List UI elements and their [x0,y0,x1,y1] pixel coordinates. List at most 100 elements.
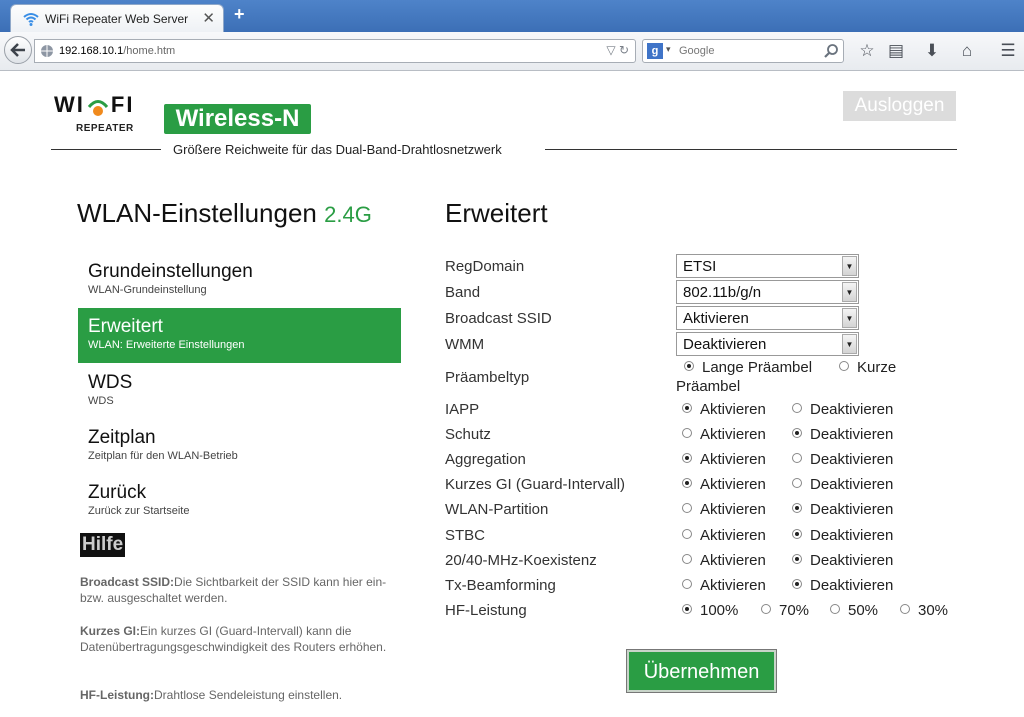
sidebar-item-wds[interactable]: WDS WDS [78,364,401,419]
bookmark-star-icon[interactable]: ☆ [856,40,878,62]
help-text: Broadcast SSID:Die Sichtbarkeit der SSID… [80,575,387,605]
radio-off [792,579,802,589]
logout-button[interactable]: Ausloggen [843,91,956,121]
google-g-icon[interactable]: g [647,43,663,59]
hf-power-label: HF-Leistung [445,602,527,619]
setting-on-radio[interactable]: Aktivieren [682,501,766,518]
regdomain-label: RegDomain [445,258,525,275]
browser-nav-bar: 192.168.10.1/home.htm ▽ ↻ g ▾ Google ☆ ▤… [0,32,1024,71]
chevron-down-icon[interactable]: ▼ [842,334,857,354]
setting-off-radio[interactable]: Deaktivieren [792,426,893,443]
power-30-radio[interactable]: 30% [900,602,948,619]
setting-on-radio[interactable]: Aktivieren [682,426,766,443]
radio-on [682,554,692,564]
setting-off-radio[interactable]: Deaktivieren [792,401,893,418]
back-button[interactable] [4,36,32,64]
setting-on-radio[interactable]: Aktivieren [682,552,766,569]
radio-off [792,503,802,513]
setting-off-radio[interactable]: Deaktivieren [792,451,893,468]
sidebar-item-zurueck[interactable]: Zurück Zurück zur Startseite [78,474,401,529]
radio-on [682,453,692,463]
search-input[interactable]: Google [679,45,714,57]
power-radio-3 [900,604,910,614]
chevron-down-icon[interactable]: ▾ [666,44,671,55]
regdomain-select[interactable]: ETSI ▼ [676,254,859,278]
wmm-select[interactable]: Deaktivieren ▼ [676,332,859,356]
power-70-radio[interactable]: 70% [761,602,809,619]
power-100-radio[interactable]: 100% [682,602,738,619]
radio-on [682,478,692,488]
band-select[interactable]: 802.11b/g/n ▼ [676,280,859,304]
home-icon[interactable]: ⌂ [956,40,978,62]
help-label: Hilfe [80,533,126,557]
bookmarks-list-icon[interactable]: ▤ [885,40,907,62]
setting-on-radio[interactable]: Aktivieren [682,401,766,418]
preamble-label: Präambeltyp [445,369,530,386]
reload-icon[interactable]: ▽ ↻ [606,43,629,57]
preamble-short-label: Präambel [676,378,741,395]
radio-off [792,453,802,463]
setting-on-radio[interactable]: Aktivieren [682,527,766,544]
radio-off [792,554,802,564]
wifi-dot-icon [87,100,109,116]
divider [545,149,957,150]
preamble-short-radio[interactable]: Kurze [839,359,896,376]
sidebar-item-erweitert[interactable]: Erweitert WLAN: Erweiterte Einstellungen [78,308,401,363]
setting-label: Schutz [445,426,491,443]
setting-label: Kurzes GI (Guard-Intervall) [445,476,626,493]
broadcast-ssid-label: Broadcast SSID [445,310,552,327]
chevron-down-icon[interactable]: ▼ [842,282,857,302]
radio-on [682,428,692,438]
chevron-down-icon[interactable]: ▼ [842,308,857,328]
apply-button[interactable]: Übernehmen [627,650,776,692]
help-text: HF-Leistung:Drahtlose Sendeleistung eins… [80,688,343,702]
radio-on [682,403,692,413]
radio-off [792,403,802,413]
setting-off-radio[interactable]: Deaktivieren [792,552,893,569]
power-radio-2 [830,604,840,614]
setting-label: STBC [445,527,486,544]
sidebar-item-grundeinstellungen[interactable]: Grundeinstellungen WLAN-Grundeinstellung [78,253,401,308]
url-text: 192.168.10.1/home.htm [59,45,176,57]
browser-tab-bar: WiFi Repeater Web Server ✕ + [0,0,1024,32]
sidebar-item-zeitplan[interactable]: Zeitplan Zeitplan für den WLAN-Betrieb [78,419,401,474]
setting-label: WLAN-Partition [445,501,549,518]
wifi-icon [23,13,39,26]
help-text: Kurzes GI:Ein kurzes GI (Guard-Intervall… [80,624,387,654]
power-50-radio[interactable]: 50% [830,602,878,619]
sidebar-heading: WLAN-Einstellungen 2.4G [77,198,372,228]
download-icon[interactable]: ⬇ [921,40,943,62]
wireless-n-badge: Wireless-N [164,104,311,134]
setting-off-radio[interactable]: Deaktivieren [792,476,893,493]
setting-label: Aggregation [445,451,526,468]
power-radio-1 [761,604,771,614]
setting-on-radio[interactable]: Aktivieren [682,476,766,493]
setting-off-radio[interactable]: Deaktivieren [792,501,893,518]
back-arrow-icon [10,43,25,57]
setting-label: IAPP [445,401,480,418]
menu-icon[interactable]: ☰ [997,40,1019,62]
setting-off-radio[interactable]: Deaktivieren [792,527,893,544]
setting-label: 20/40-MHz-Koexistenz [445,552,597,569]
url-bar[interactable]: 192.168.10.1/home.htm ▽ ↻ [34,39,636,63]
radio-on [682,529,692,539]
chevron-down-icon[interactable]: ▼ [842,256,857,276]
broadcast-ssid-select[interactable]: Aktivieren ▼ [676,306,859,330]
radio-off [792,529,802,539]
setting-on-radio[interactable]: Aktivieren [682,577,766,594]
preamble-long-radio[interactable]: Lange Präambel [684,359,812,376]
search-bar[interactable]: g ▾ Google [642,39,844,63]
radio-off [792,428,802,438]
setting-off-radio[interactable]: Deaktivieren [792,577,893,594]
setting-on-radio[interactable]: Aktivieren [682,451,766,468]
band-label: Band [445,284,481,301]
close-tab-icon[interactable]: ✕ [202,9,215,27]
tagline: Größere Reichweite für das Dual-Band-Dra… [173,142,502,157]
search-icon[interactable] [823,43,839,59]
wifi-repeater-logo: WI FI REPEATER [54,92,135,134]
browser-tab[interactable]: WiFi Repeater Web Server ✕ [10,4,224,32]
power-radio-0 [682,604,692,614]
new-tab-icon[interactable]: + [234,4,245,25]
tab-title: WiFi Repeater Web Server [45,12,189,26]
radio-on [682,503,692,513]
